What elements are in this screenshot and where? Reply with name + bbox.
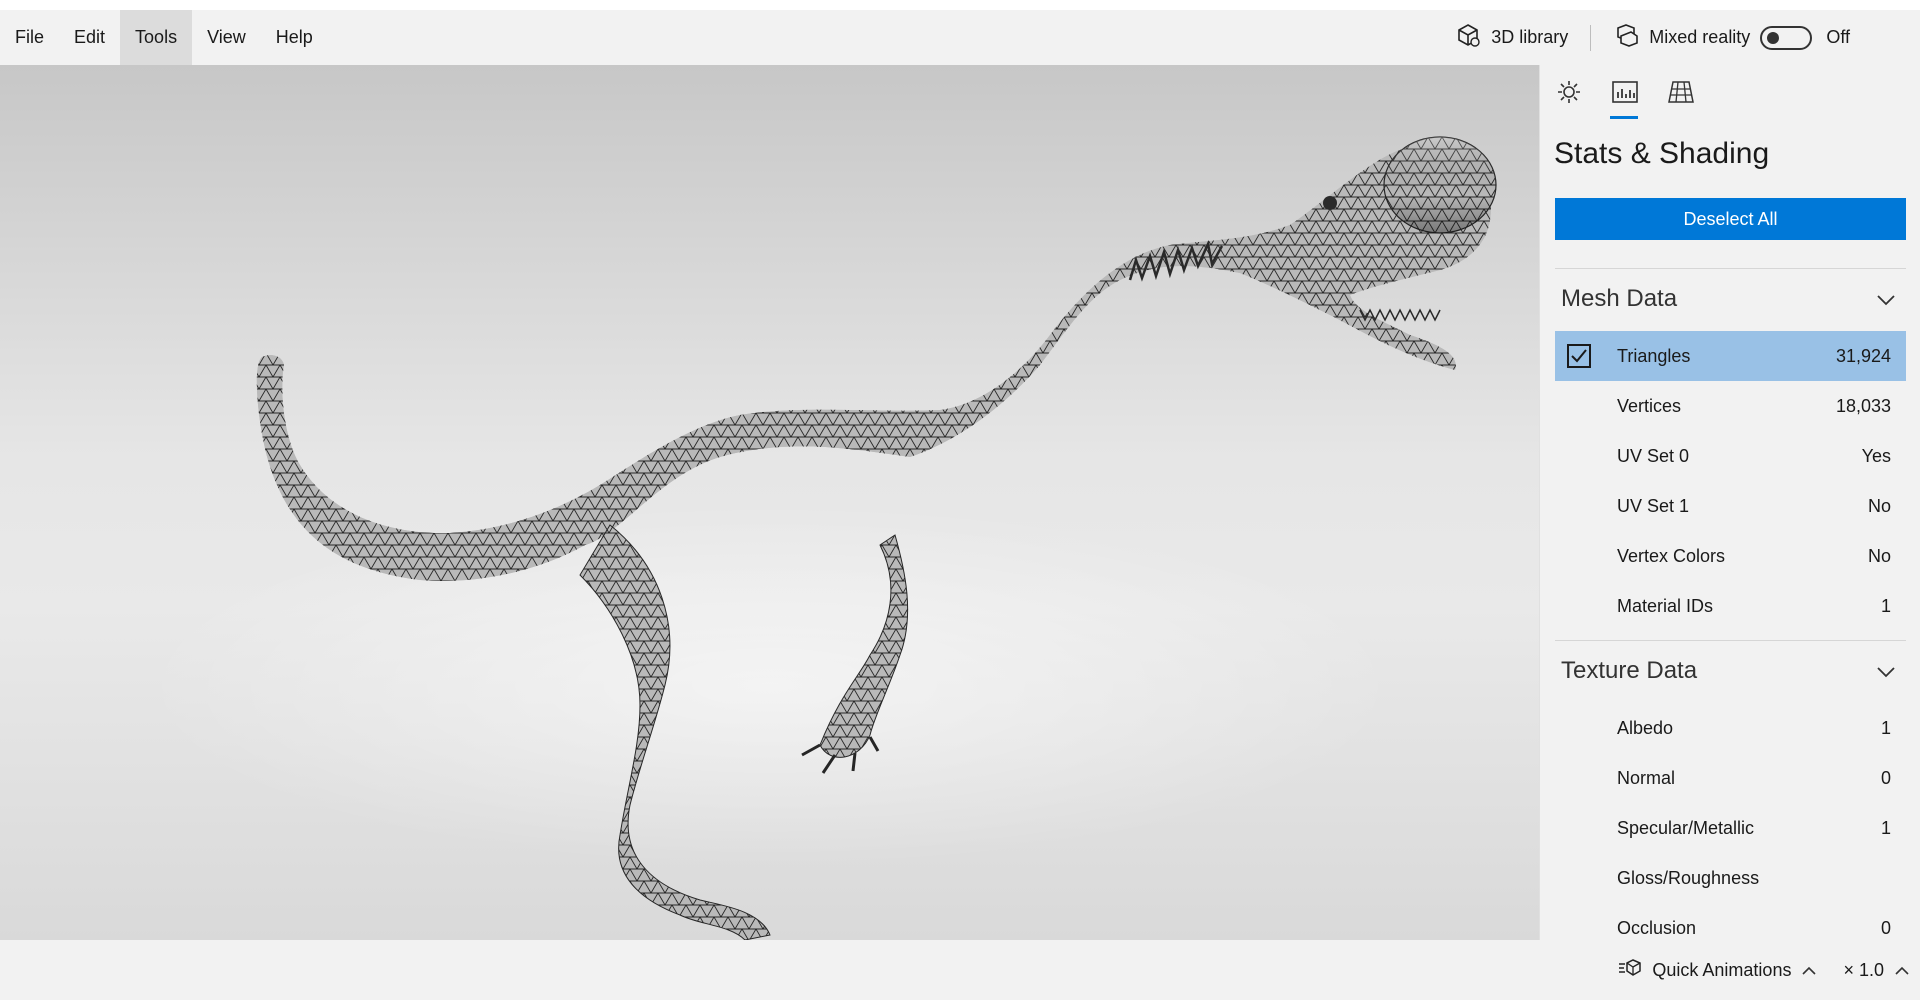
3d-library-button[interactable]: 3D library [1441,10,1582,65]
mesh-row-uv-set-1[interactable]: UV Set 1 No [1555,481,1906,531]
texture-data-header[interactable]: Texture Data [1561,651,1906,691]
mixed-reality-toggle[interactable] [1760,25,1813,50]
mixed-reality-button[interactable]: Mixed reality [1599,10,1750,65]
3d-viewport[interactable] [0,65,1539,940]
row-value: 0 [1880,767,1891,788]
row-label: Vertices [1617,395,1682,416]
row-value: No [1867,495,1891,516]
window-top-strip [0,0,1920,10]
row-label: Occlusion [1617,917,1697,938]
row-value: 18,033 [1835,395,1891,416]
menu-file[interactable]: File [0,10,59,65]
tab-grid[interactable] [1666,79,1696,119]
dinosaur-body-shading [256,145,1491,581]
toolbar-separator [1590,24,1592,51]
tab-lighting[interactable] [1554,79,1584,119]
texture-data-title: Texture Data [1561,657,1698,684]
mixed-reality-icon [1613,22,1639,53]
chevron-down-icon [1876,285,1896,313]
row-label: Gloss/Roughness [1617,867,1760,888]
menu-help[interactable]: Help [261,10,328,65]
row-value: 1 [1880,717,1891,738]
texture-row-occlusion[interactable]: Occlusion 0 [1555,903,1906,940]
row-label: Material IDs [1617,595,1714,616]
texture-row-albedo[interactable]: Albedo 1 [1555,703,1906,753]
speed-label: × 1.0 [1843,959,1884,980]
grid-icon [1667,79,1695,110]
row-label: Albedo [1617,717,1674,738]
row-value: 1 [1880,595,1891,616]
cube-library-icon [1455,22,1481,53]
panel-title: Stats & Shading [1554,137,1770,170]
texture-row-gloss-roughness[interactable]: Gloss/Roughness [1555,853,1906,903]
tab-stats[interactable] [1610,79,1640,119]
mesh-row-material-ids[interactable]: Material IDs 1 [1555,581,1906,631]
triangles-checkbox[interactable] [1567,344,1591,368]
row-label: Triangles [1617,345,1691,366]
toggle-knob [1767,31,1780,44]
deselect-all-button[interactable]: Deselect All [1555,198,1906,240]
chevron-up-icon [1801,960,1817,981]
dinosaur-body-mesh [256,145,1491,581]
dinosaur-wireframe-model[interactable] [0,65,1539,940]
3d-library-label: 3D library [1491,27,1569,47]
row-label: Vertex Colors [1617,545,1726,566]
animation-cube-icon [1618,958,1642,983]
menu-bar-right-group: 3D library Mixed reality Off [1441,10,1920,65]
section-divider [1555,640,1906,641]
chevron-down-icon [1876,657,1896,685]
sun-icon [1556,79,1582,110]
dinosaur-eye [1323,196,1337,210]
row-label: UV Set 0 [1617,445,1690,466]
bottom-bar-right-group: Quick Animations × 1.0 [1592,940,1910,1000]
quick-animations-label: Quick Animations [1652,959,1792,980]
mesh-row-uv-set-0[interactable]: UV Set 0 Yes [1555,431,1906,481]
speed-button[interactable]: × 1.0 [1843,960,1910,981]
bottom-bar: Quick Animations × 1.0 [0,940,1920,1000]
stats-shading-panel: Stats & Shading Deselect All Mesh Data T… [1539,65,1920,940]
mesh-row-vertex-colors[interactable]: Vertex Colors No [1555,531,1906,581]
section-divider [1555,268,1906,269]
menu-tools[interactable]: Tools [120,10,193,65]
mixed-reality-label: Mixed reality [1649,27,1751,47]
chevron-up-icon [1894,960,1910,981]
texture-row-specular-metallic[interactable]: Specular/Metallic 1 [1555,803,1906,853]
panel-tabs [1554,79,1696,119]
row-value: Yes [1861,445,1891,466]
row-value: 31,924 [1835,345,1891,366]
row-value: 1 [1880,817,1891,838]
quick-animations-button[interactable]: Quick Animations [1618,958,1817,983]
mesh-row-triangles[interactable]: Triangles 31,924 [1555,331,1906,381]
menu-view[interactable]: View [192,10,261,65]
mesh-data-title: Mesh Data [1561,285,1678,312]
row-value: No [1867,545,1891,566]
mixed-reality-state: Off [1826,27,1850,47]
row-value: 0 [1880,917,1891,938]
dinosaur-head-shading [1384,137,1496,233]
row-label: UV Set 1 [1617,495,1690,516]
menu-bar: File Edit Tools View Help 3D library Mix… [0,10,1920,65]
dinosaur-rear-leg [579,524,771,940]
mesh-row-vertices[interactable]: Vertices 18,033 [1555,381,1906,431]
menu-edit[interactable]: Edit [59,10,120,65]
row-label: Normal [1617,767,1676,788]
mesh-data-header[interactable]: Mesh Data [1561,279,1906,319]
row-label: Specular/Metallic [1617,817,1755,838]
texture-row-normal[interactable]: Normal 0 [1555,753,1906,803]
dinosaur-front-arm [819,534,909,758]
stats-chart-icon [1611,79,1639,110]
